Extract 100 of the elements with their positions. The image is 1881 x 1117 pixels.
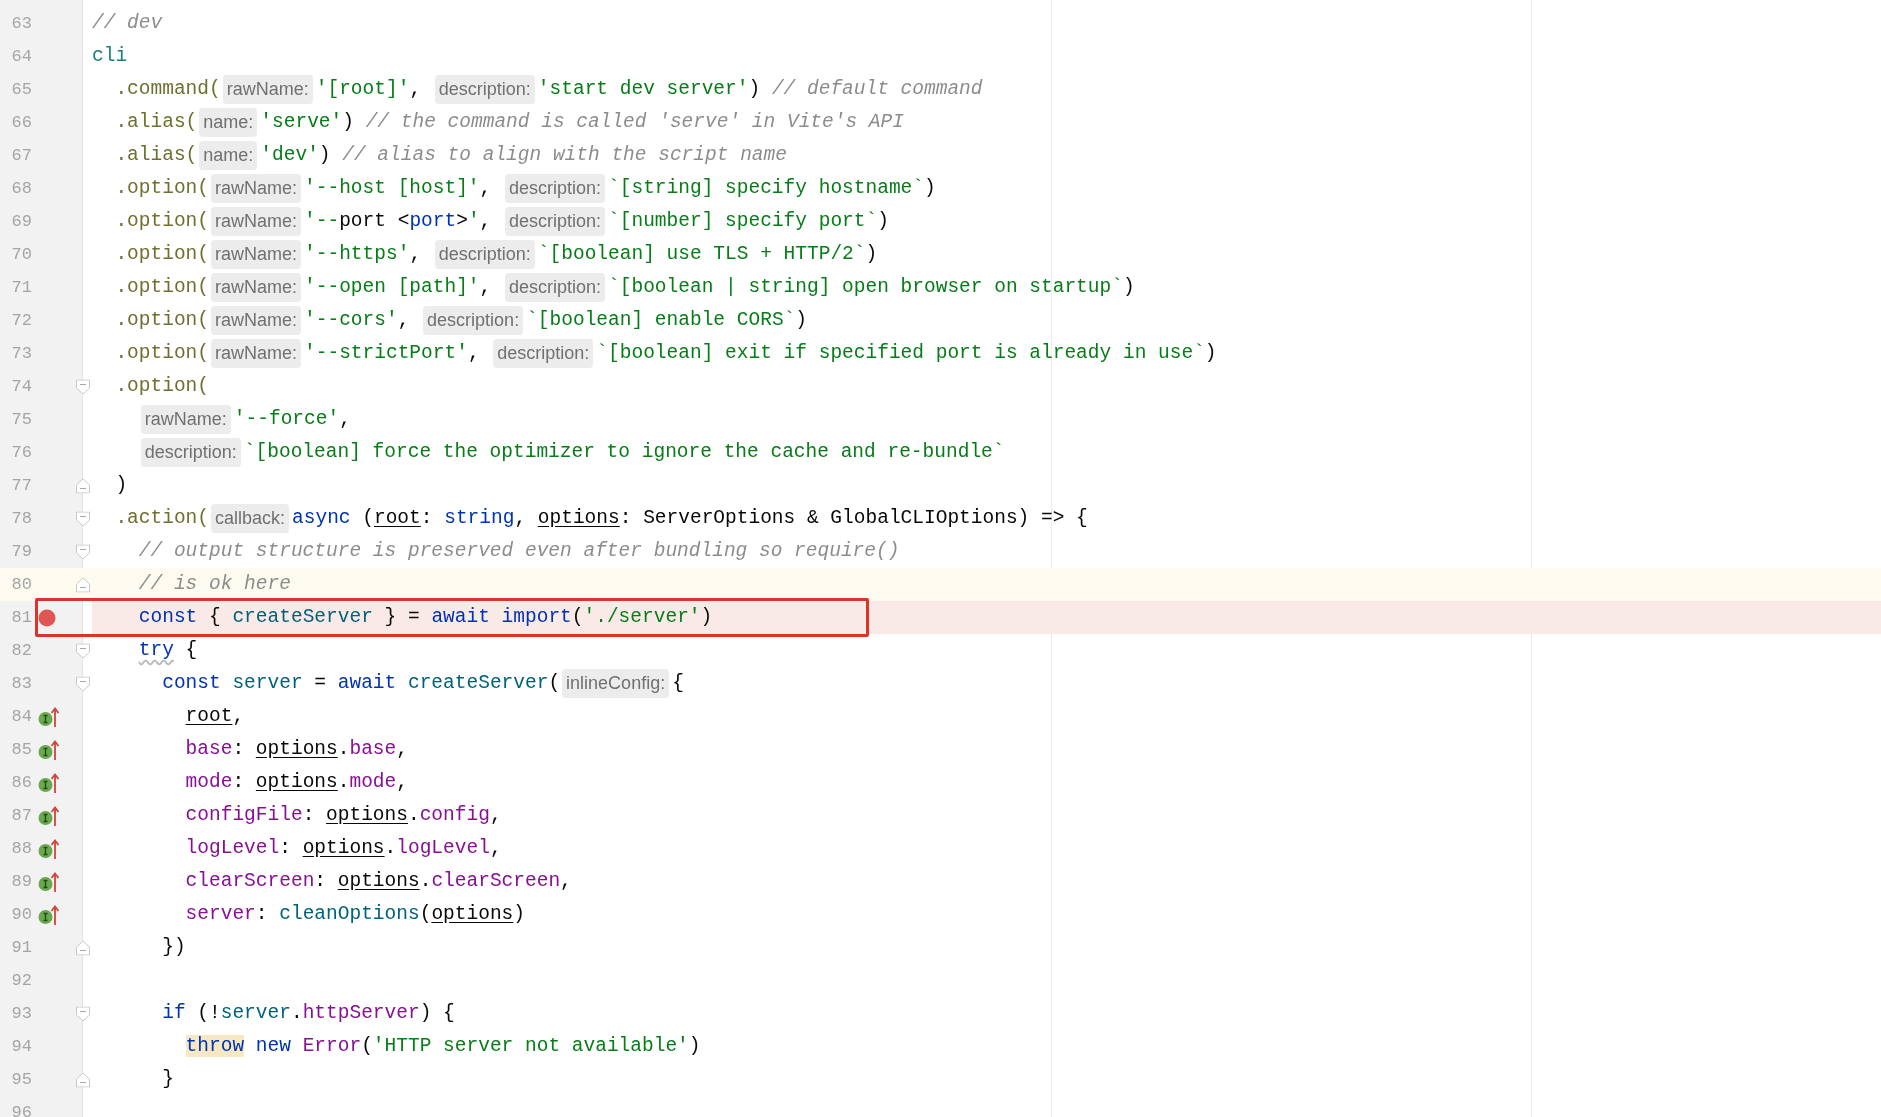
parameter-hint: callback: bbox=[211, 504, 290, 533]
code-text: server: cleanOptions(options) bbox=[185, 903, 525, 926]
code-text: '[root]', bbox=[315, 78, 423, 101]
line-number: 92 bbox=[10, 969, 32, 992]
code-text: `[number] specify port`) bbox=[608, 210, 889, 233]
line-number: 89 bbox=[10, 870, 32, 893]
code-text: '--host [host]', bbox=[304, 177, 493, 200]
code-text: 'start dev server') // default command bbox=[537, 78, 983, 101]
code-text: ) bbox=[115, 474, 128, 497]
code-text: 'dev') // alias to align with the script name bbox=[260, 144, 787, 167]
fold-icon[interactable] bbox=[76, 577, 90, 592]
code-text: logLevel: options.logLevel, bbox=[185, 837, 502, 860]
code-text: '--open [path]', bbox=[304, 276, 493, 299]
fold-icon[interactable] bbox=[76, 1006, 90, 1021]
code-text: // dev bbox=[92, 12, 163, 35]
implementation-marker-icon[interactable] bbox=[38, 771, 60, 794]
code-text: `[boolean | string] open browser on startup`) bbox=[608, 276, 1135, 299]
code-text: .option( bbox=[115, 177, 209, 200]
code-text: { bbox=[672, 672, 684, 695]
implementation-marker-icon[interactable] bbox=[38, 903, 60, 926]
line-number: 73 bbox=[10, 342, 32, 365]
implementation-marker-icon[interactable] bbox=[38, 804, 60, 827]
line-number: 76 bbox=[10, 441, 32, 464]
line-number: 69 bbox=[10, 210, 32, 233]
line-number: 78 bbox=[10, 507, 32, 530]
parameter-hint: description: bbox=[140, 438, 241, 467]
code-text: // is ok here bbox=[138, 573, 291, 596]
line-number: 88 bbox=[10, 837, 32, 860]
parameter-hint: rawName: bbox=[211, 240, 302, 269]
line-number: 83 bbox=[10, 672, 32, 695]
breakpoint-icon[interactable] bbox=[38, 608, 56, 627]
code-text: if (!server.httpServer) { bbox=[162, 1002, 455, 1025]
code-text: '--strictPort', bbox=[304, 342, 481, 365]
code-text: // output structure is preserved even after bundling so require() bbox=[138, 540, 900, 563]
line-number: 79 bbox=[10, 540, 32, 563]
code-text: 'serve') // the command is called 'serve' in Vite's API bbox=[260, 111, 904, 134]
line-number: 95 bbox=[10, 1068, 32, 1091]
code-text: .command( bbox=[115, 78, 221, 101]
parameter-hint: inlineConfig: bbox=[562, 669, 670, 698]
parameter-hint: description: bbox=[434, 75, 535, 104]
code-text: .option( bbox=[115, 309, 209, 332]
parameter-hint: description: bbox=[434, 240, 535, 269]
code-text: cli bbox=[92, 45, 128, 68]
code-text: base: options.base, bbox=[185, 738, 408, 761]
parameter-hint: rawName: bbox=[222, 75, 313, 104]
code-text: .option( bbox=[115, 375, 209, 398]
fold-icon[interactable] bbox=[76, 379, 90, 394]
parameter-hint: rawName: bbox=[211, 306, 302, 335]
fold-icon[interactable] bbox=[76, 643, 90, 658]
line-number: 82 bbox=[10, 639, 32, 662]
code-text: .option( bbox=[115, 342, 209, 365]
parameter-hint: rawName: bbox=[140, 405, 231, 434]
line-number: 93 bbox=[10, 1002, 32, 1025]
line-number: 80 bbox=[10, 573, 32, 596]
parameter-hint: rawName: bbox=[211, 339, 302, 368]
parameter-hint: rawName: bbox=[211, 174, 302, 203]
line-number: 86 bbox=[10, 771, 32, 794]
line-number: 87 bbox=[10, 804, 32, 827]
code-text: `[boolean] enable CORS`) bbox=[526, 309, 807, 332]
line-number: 68 bbox=[10, 177, 32, 200]
code-text: const server = await createServer( bbox=[162, 672, 561, 695]
line-number: 67 bbox=[10, 144, 32, 167]
code-text: clearScreen: options.clearScreen, bbox=[185, 870, 572, 893]
line-number: 90 bbox=[10, 903, 32, 926]
fold-icon[interactable] bbox=[76, 511, 90, 526]
line-number: 81 bbox=[10, 606, 32, 629]
line-number: 65 bbox=[10, 78, 32, 101]
line-number: 72 bbox=[10, 309, 32, 332]
code-text: } bbox=[162, 1068, 174, 1091]
code-text: '--cors', bbox=[304, 309, 411, 332]
fold-icon[interactable] bbox=[76, 544, 90, 559]
line-number: 85 bbox=[10, 738, 32, 761]
code-text: .option( bbox=[115, 276, 209, 299]
line-number: 84 bbox=[10, 705, 32, 728]
line-number: 96 bbox=[10, 1101, 32, 1117]
fold-icon[interactable] bbox=[76, 676, 90, 691]
implementation-marker-icon[interactable] bbox=[38, 837, 60, 860]
code-text: configFile: options.config, bbox=[185, 804, 502, 827]
code-text: const { createServer } = await import('./server') bbox=[138, 606, 713, 629]
code-text: .action( bbox=[115, 507, 209, 530]
parameter-hint: description: bbox=[505, 273, 606, 302]
line-number: 77 bbox=[10, 474, 32, 497]
code-text: throw new Error('HTTP server not available') bbox=[185, 1035, 701, 1058]
code-text: `[boolean] use TLS + HTTP/2`) bbox=[537, 243, 878, 266]
line-number: 63 bbox=[10, 12, 32, 35]
implementation-marker-icon[interactable] bbox=[38, 738, 60, 761]
code-text: `[boolean] force the optimizer to ignore the cache and re-bundle` bbox=[243, 441, 1005, 464]
parameter-hint: name: bbox=[199, 141, 258, 170]
code-text: mode: options.mode, bbox=[185, 771, 408, 794]
line-number: 70 bbox=[10, 243, 32, 266]
line-number: 71 bbox=[10, 276, 32, 299]
code-text: .alias( bbox=[115, 144, 198, 167]
parameter-hint: rawName: bbox=[211, 273, 302, 302]
code-text: async (root: string, options: ServerOptions & GlobalCLIOptions) => { bbox=[292, 507, 1088, 530]
parameter-hint: description: bbox=[505, 174, 606, 203]
implementation-marker-icon[interactable] bbox=[38, 705, 60, 728]
line-number: 74 bbox=[10, 375, 32, 398]
implementation-marker-icon[interactable] bbox=[38, 870, 60, 893]
parameter-hint: description: bbox=[423, 306, 524, 335]
line-number: 75 bbox=[10, 408, 32, 431]
